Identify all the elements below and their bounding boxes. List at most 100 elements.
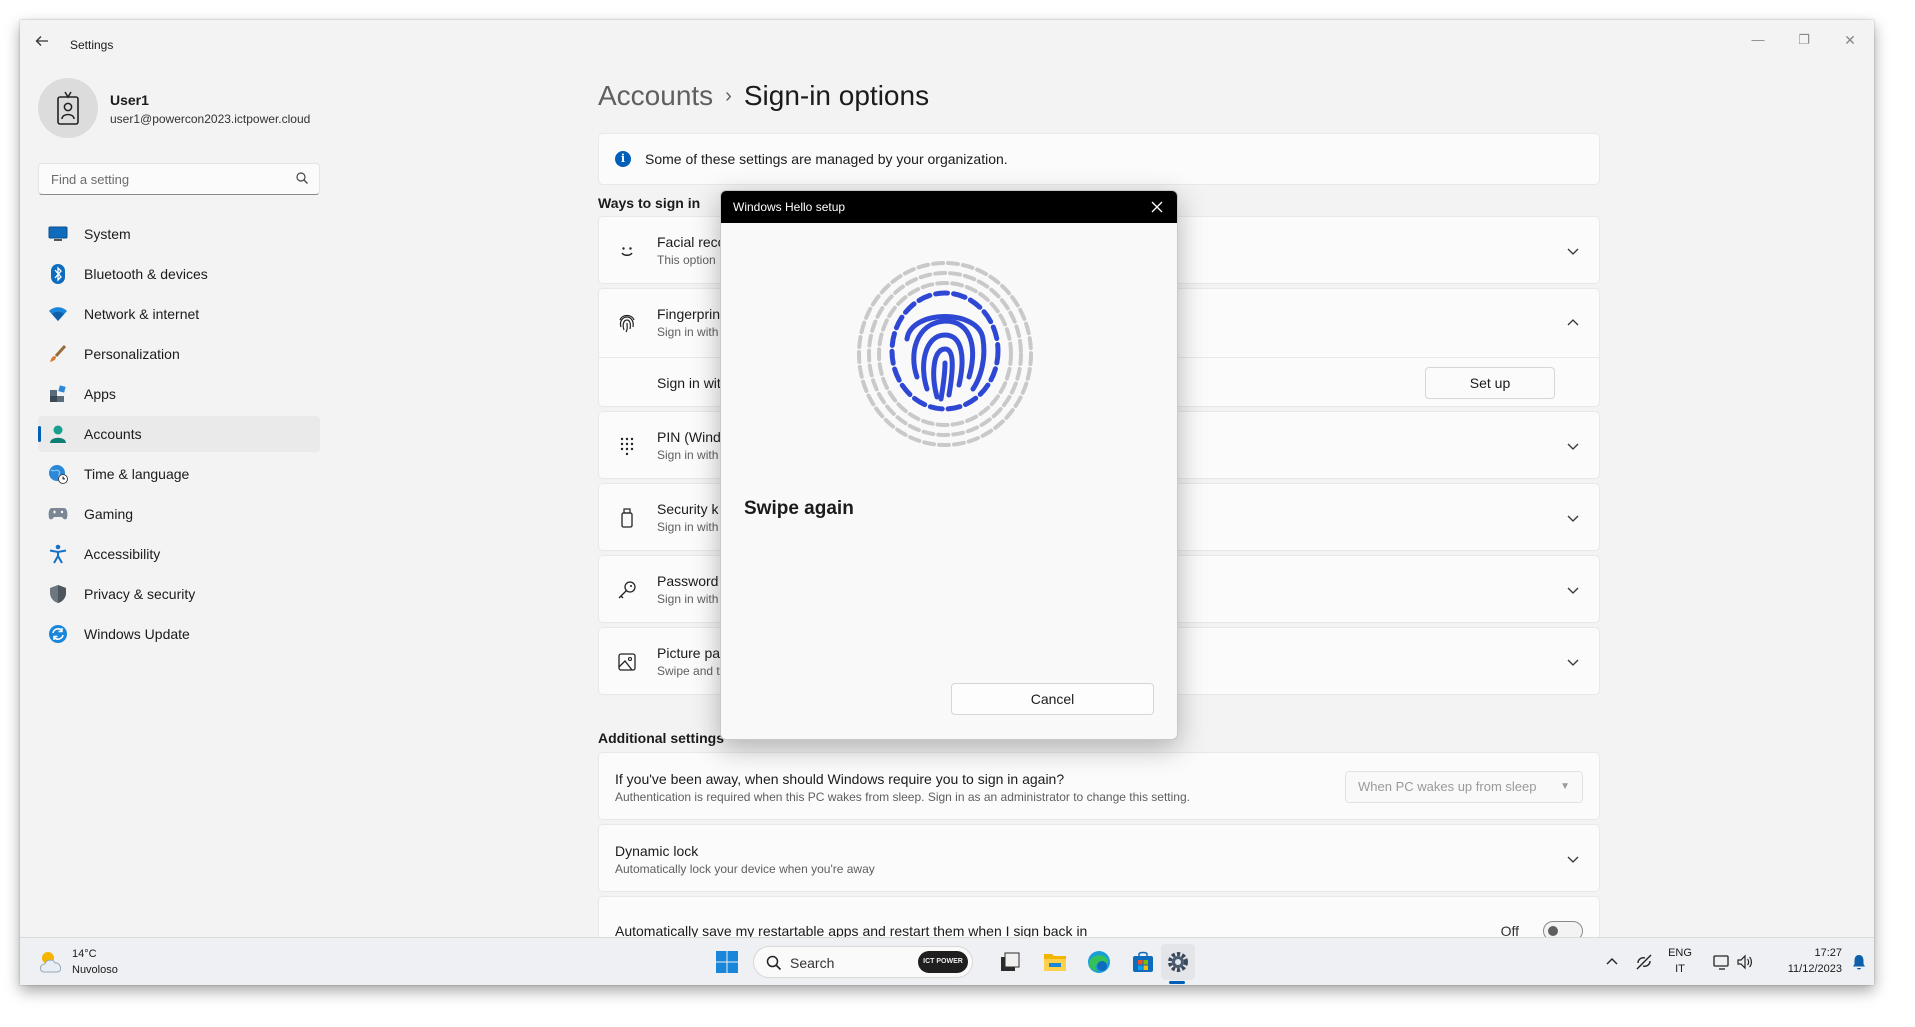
chevron-down-icon: ▼ (1560, 781, 1570, 792)
breadcrumb: Accounts › Sign-in options (598, 76, 929, 119)
dialog-title: Windows Hello setup (733, 200, 846, 214)
edge-button[interactable] (1083, 946, 1115, 978)
sidebar-item-label: Gaming (84, 506, 134, 522)
card-title: Facial reco (657, 234, 726, 250)
settings-taskbar-button[interactable] (1162, 946, 1194, 978)
require-signin-card: If you've been away, when should Windows… (598, 752, 1600, 820)
chevron-up-icon[interactable] (1565, 315, 1581, 331)
sidebar-item-personalization[interactable]: Personalization (38, 336, 320, 372)
card-subtitle: Sign in with (657, 325, 719, 339)
chevron-down-icon[interactable] (1565, 851, 1581, 867)
gamepad-icon (48, 504, 68, 524)
sidebar-nav: System Bluetooth & devices Network & int… (38, 216, 320, 656)
maximize-button[interactable]: ❐ (1784, 28, 1824, 52)
shield-icon (48, 584, 68, 604)
fingerprint-illustration (857, 261, 1033, 447)
store-button[interactable] (1127, 946, 1159, 978)
info-text: Some of these settings are managed by yo… (645, 151, 1008, 167)
globe-clock-icon (48, 464, 68, 484)
usb-key-icon (615, 506, 639, 530)
breadcrumb-parent[interactable]: Accounts (598, 80, 713, 111)
sync-off-icon[interactable] (1635, 953, 1653, 971)
partly-cloudy-icon[interactable] (36, 948, 66, 976)
sidebar-item-system[interactable]: System (38, 216, 320, 252)
search-icon (766, 955, 782, 971)
cancel-button[interactable]: Cancel (951, 683, 1154, 715)
folder-icon (1044, 954, 1066, 971)
sidebar-item-apps[interactable]: Apps (38, 376, 320, 412)
sidebar-item-label: Apps (84, 386, 116, 402)
smiley-icon (615, 239, 639, 263)
gear-icon (1168, 952, 1188, 972)
speaker-icon[interactable] (1736, 953, 1754, 971)
picture-icon (615, 650, 639, 674)
sidebar-item-label: Windows Update (84, 626, 190, 642)
require-signin-subtitle: Authentication is required when this PC … (615, 790, 1190, 804)
setup-button[interactable]: Set up (1425, 367, 1555, 399)
update-icon (48, 624, 68, 644)
dynamic-lock-title: Dynamic lock (615, 843, 699, 859)
edge-browser-icon (1088, 951, 1110, 973)
taskbar-search-label: Search (790, 955, 835, 971)
chevron-up-icon[interactable] (1603, 953, 1621, 971)
sidebar-item-accessibility[interactable]: Accessibility (38, 536, 320, 572)
chevron-down-icon[interactable] (1565, 438, 1581, 454)
key-icon (615, 578, 639, 602)
person-icon (48, 424, 68, 444)
notification-bell-icon[interactable] (1850, 953, 1868, 971)
card-title: Fingerprin (657, 306, 721, 322)
sidebar-item-privacy[interactable]: Privacy & security (38, 576, 320, 612)
sidebar-item-label: Bluetooth & devices (84, 266, 208, 282)
title-bar: Settings — ❐ ✕ (20, 20, 1874, 68)
keypad-icon (615, 434, 639, 458)
sidebar-item-label: Accessibility (84, 546, 161, 562)
card-subtitle: Sign in with (657, 592, 719, 606)
card-title: Picture pa (657, 645, 721, 661)
language-indicator-bottom[interactable]: IT (1665, 963, 1695, 975)
close-icon[interactable] (1145, 195, 1169, 219)
sidebar-item-network[interactable]: Network & internet (38, 296, 320, 332)
start-button[interactable] (711, 946, 743, 978)
clock-time[interactable]: 17:27 (1780, 947, 1842, 959)
breadcrumb-separator: › (725, 85, 732, 107)
chevron-down-icon[interactable] (1565, 582, 1581, 598)
settings-search[interactable] (38, 163, 320, 195)
close-button[interactable]: ✕ (1830, 28, 1870, 52)
taskbar-search[interactable]: Search ICT POWER (753, 946, 973, 978)
clock-date[interactable]: 11/12/2023 (1770, 963, 1842, 975)
info-icon: i (615, 151, 631, 167)
badge-person-icon (57, 91, 79, 125)
sidebar-item-time-language[interactable]: Time & language (38, 456, 320, 492)
back-button[interactable] (32, 34, 52, 54)
bluetooth-icon (48, 264, 68, 284)
sidebar-item-bluetooth[interactable]: Bluetooth & devices (38, 256, 320, 292)
language-indicator-top[interactable]: ENG (1665, 947, 1695, 959)
toggle-knob (1548, 926, 1558, 936)
network-monitor-icon[interactable] (1713, 953, 1731, 971)
brush-icon (48, 344, 68, 364)
chevron-down-icon[interactable] (1565, 654, 1581, 670)
sidebar-item-windows-update[interactable]: Windows Update (38, 616, 320, 652)
dynamic-lock-card[interactable]: Dynamic lock Automatically lock your dev… (598, 824, 1600, 892)
card-title: PIN (Wind (657, 429, 721, 445)
minimize-button[interactable]: — (1738, 28, 1778, 52)
sidebar-item-gaming[interactable]: Gaming (38, 496, 320, 532)
page-title: Sign-in options (743, 80, 930, 111)
card-subtitle: This option (657, 253, 716, 267)
monitor-icon (48, 224, 68, 244)
file-explorer-button[interactable] (1039, 946, 1071, 978)
sidebar-item-label: Accounts (84, 426, 142, 442)
task-view-button[interactable] (994, 946, 1026, 978)
dynamic-lock-subtitle: Automatically lock your device when you'… (615, 862, 875, 876)
search-icon[interactable] (295, 171, 309, 185)
app-title: Settings (70, 38, 114, 52)
search-input[interactable] (49, 170, 289, 188)
chevron-down-icon[interactable] (1565, 243, 1581, 259)
chevron-down-icon[interactable] (1565, 510, 1581, 526)
card-title: Security k (657, 501, 719, 517)
sidebar-item-accounts[interactable]: Accounts (38, 416, 320, 452)
user-profile[interactable]: User1 user1@powercon2023.ictpower.cloud (38, 78, 338, 142)
windows-hello-dialog: Windows Hello setup Swipe again Cancel (720, 190, 1178, 740)
store-bag-icon (1133, 951, 1153, 972)
select-value: When PC wakes up from sleep (1358, 779, 1537, 794)
